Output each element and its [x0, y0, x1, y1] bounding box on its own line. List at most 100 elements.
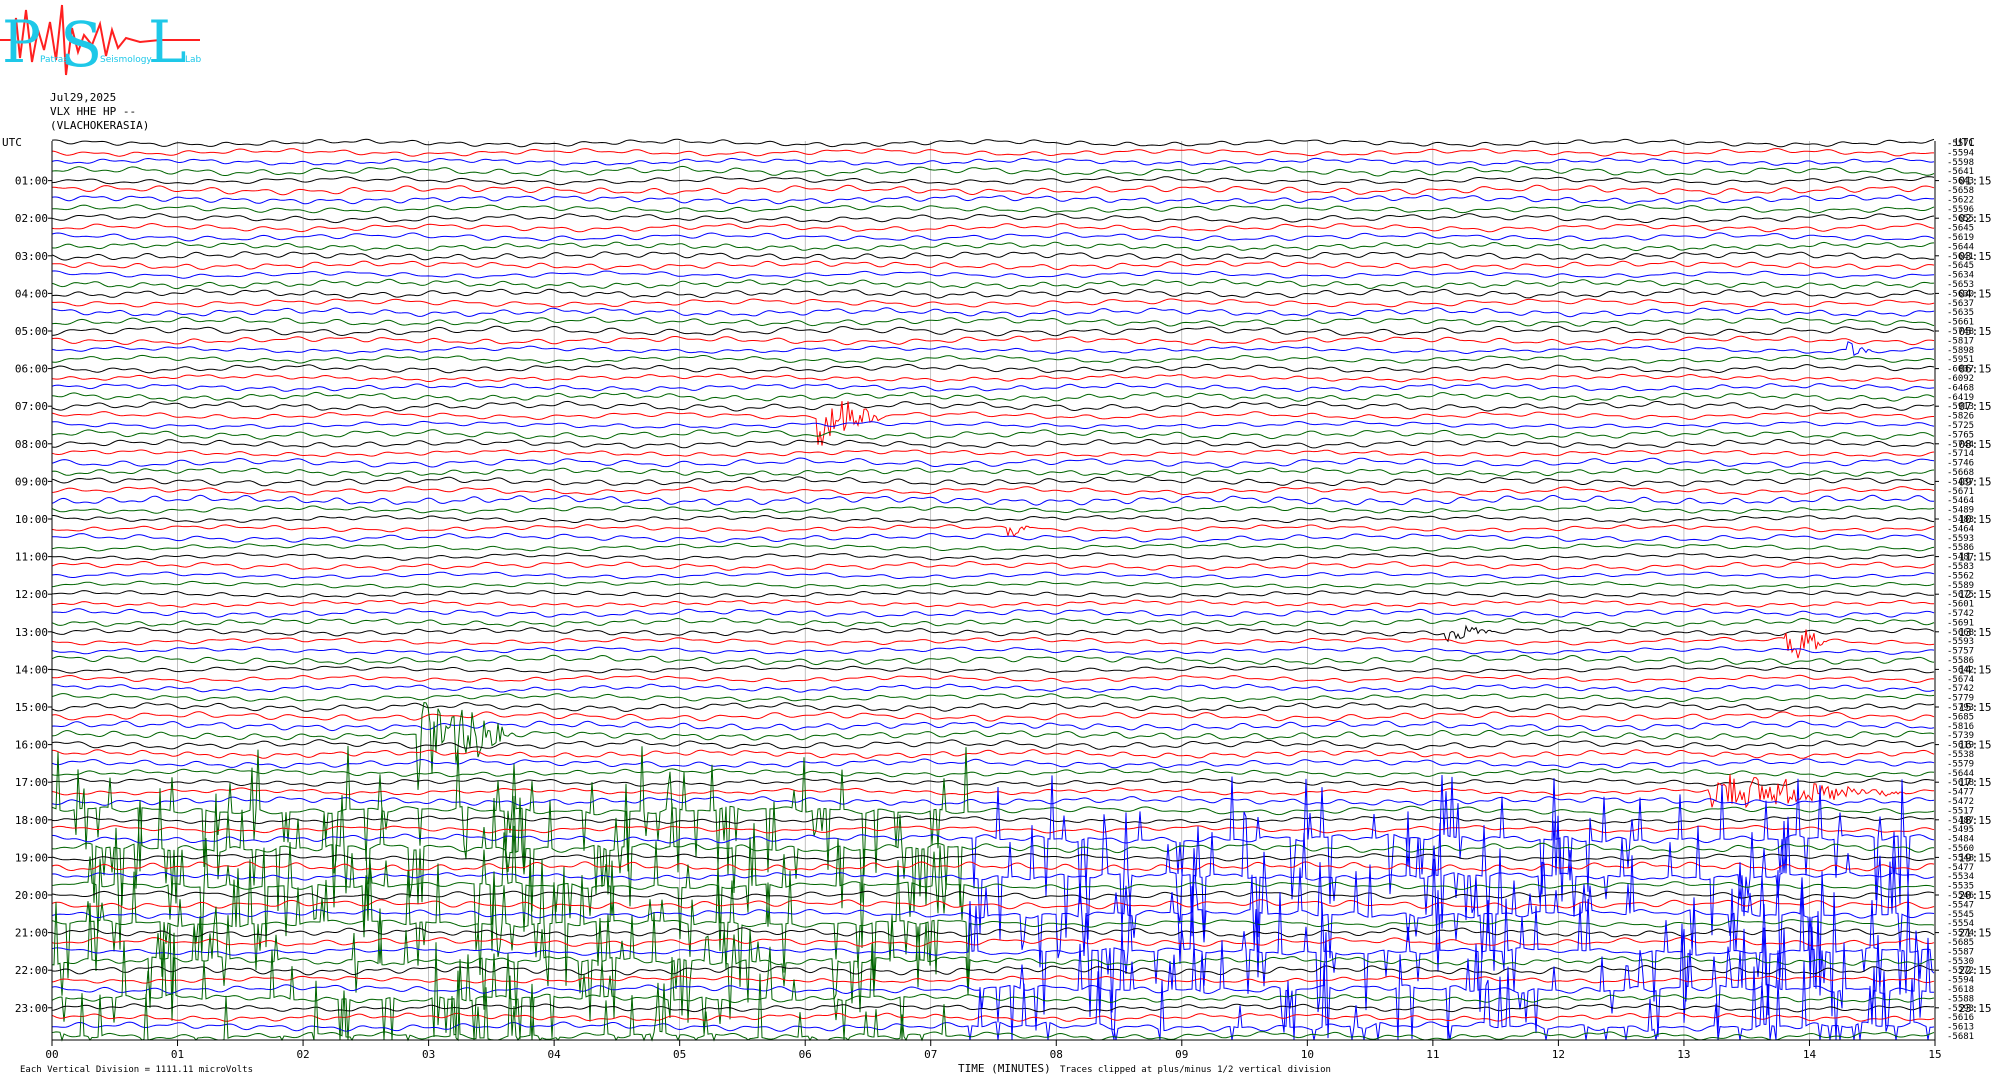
seismic-trace — [51, 184, 1935, 196]
seismic-trace — [51, 927, 1935, 938]
seismic-trace — [51, 1003, 1935, 1013]
seismic-trace — [51, 438, 1935, 449]
seismic-trace — [51, 476, 1934, 487]
right-hour-label: 04:15 — [1958, 287, 1991, 300]
right-hour-label: 10:15 — [1958, 513, 1991, 526]
right-hour-label: 03:15 — [1958, 250, 1991, 263]
seismic-trace — [51, 975, 1935, 984]
seismic-trace — [51, 542, 1935, 552]
seismic-trace — [51, 683, 1935, 693]
seismic-trace — [51, 457, 1935, 468]
seismic-trace — [51, 486, 1935, 496]
seismic-trace — [51, 796, 1935, 807]
left-hour-label: 13:00 — [15, 626, 48, 639]
time-axis-title: TIME (MINUTES) — [958, 1062, 1051, 1075]
right-hour-label: 08:15 — [1958, 438, 1991, 451]
seismic-trace — [51, 138, 1935, 148]
right-hour-label: 23:15 — [1958, 1002, 1991, 1015]
right-hour-label: 02:15 — [1958, 212, 1991, 225]
seismic-trace — [51, 674, 1935, 684]
right-hour-label: 15:15 — [1958, 701, 1991, 714]
clip-note: Traces clipped at plus/minus 1/2 vertica… — [1060, 1065, 1331, 1075]
left-hour-label: 20:00 — [15, 889, 48, 902]
seismic-trace — [52, 325, 1935, 337]
seismic-trace — [51, 467, 1935, 477]
seismic-trace — [51, 494, 1934, 506]
seismic-trace — [51, 693, 1935, 703]
seismic-trace — [52, 552, 1935, 561]
seismic-trace — [52, 514, 1935, 523]
right-utc-label: UTC — [1955, 136, 1975, 149]
seismic-trace — [52, 298, 1935, 308]
minute-tick-label: 08 — [1050, 1048, 1063, 1061]
seismic-trace — [51, 532, 1935, 543]
seismic-trace — [51, 720, 1935, 732]
left-hour-label: 12:00 — [15, 588, 48, 601]
seismic-trace — [51, 241, 1935, 252]
seismic-trace — [51, 937, 1935, 947]
seismic-trace — [51, 646, 1935, 655]
seismic-trace — [51, 505, 1935, 514]
seismic-trace — [51, 391, 1935, 402]
seismic-trace — [51, 964, 1935, 976]
seismic-trace — [51, 580, 1935, 589]
seismic-trace — [51, 815, 1935, 825]
right-hour-label: 12:15 — [1958, 588, 1991, 601]
left-utc-label: UTC — [2, 136, 22, 149]
right-hour-label: 05:15 — [1958, 325, 1991, 338]
left-hour-label: 07:00 — [15, 400, 48, 413]
scale-note: Each Vertical Division = 1111.11 microVo… — [20, 1065, 253, 1075]
left-hour-label: 19:00 — [15, 851, 48, 864]
seismic-trace — [51, 260, 1935, 271]
seismic-trace — [51, 373, 1935, 383]
seismic-trace — [51, 232, 1935, 242]
minute-tick-label: 14 — [1803, 1048, 1817, 1061]
right-hour-label: 19:15 — [1958, 851, 1991, 864]
seismic-trace — [51, 777, 1935, 787]
trace-group — [51, 138, 1935, 1042]
minute-tick-label: 00 — [45, 1048, 58, 1061]
minute-tick-label: 03 — [422, 1048, 435, 1061]
seismic-trace — [51, 853, 1935, 862]
minute-tick-label: 13 — [1677, 1048, 1690, 1061]
seismic-trace — [51, 739, 1935, 751]
left-hour-label: 21:00 — [15, 927, 48, 940]
left-hour-label: 10:00 — [15, 513, 48, 526]
minute-tick-label: 09 — [1175, 1048, 1188, 1061]
right-hour-label: 09:15 — [1958, 475, 1991, 488]
minute-tick-label: 11 — [1426, 1048, 1439, 1061]
minute-tick-label: 02 — [296, 1048, 309, 1061]
seismic-trace — [51, 335, 1935, 346]
seismic-trace — [51, 288, 1935, 299]
seismic-trace — [51, 449, 1935, 457]
left-hour-label: 05:00 — [15, 325, 48, 338]
seismic-trace — [51, 251, 1935, 261]
helicorder-plot: -5571-5594-5598-5641-5643-5658-5622-5596… — [2, 136, 1992, 1075]
left-hour-label: 03:00 — [15, 250, 48, 263]
seismic-trace — [52, 665, 1935, 674]
right-hour-label: 14:15 — [1958, 663, 1991, 676]
seismic-trace — [51, 768, 1935, 778]
left-hour-label: 08:00 — [15, 438, 48, 451]
seismic-trace — [51, 608, 1935, 618]
right-hour-label: 17:15 — [1958, 776, 1991, 789]
left-hour-label: 17:00 — [15, 776, 48, 789]
seismic-trace — [51, 654, 1935, 666]
seismic-trace — [52, 749, 1935, 759]
seismic-trace — [51, 429, 1935, 440]
minute-tick-label: 12 — [1552, 1048, 1565, 1061]
seismic-trace — [51, 382, 1935, 392]
minute-tick-label: 07 — [924, 1048, 937, 1061]
seismic-trace — [51, 213, 1935, 224]
left-hour-label: 18:00 — [15, 814, 48, 827]
seismic-trace — [51, 599, 1934, 608]
seismic-trace — [51, 590, 1934, 599]
seismic-trace — [51, 711, 1935, 722]
left-hour-label: 23:00 — [15, 1002, 48, 1015]
minute-tick-label: 04 — [548, 1048, 562, 1061]
right-hour-label: 06:15 — [1958, 363, 1991, 376]
seismic-trace — [51, 702, 1935, 712]
right-hour-label: 01:15 — [1958, 175, 1991, 188]
seismic-trace — [51, 617, 1935, 628]
minute-tick-label: 15 — [1928, 1048, 1941, 1061]
